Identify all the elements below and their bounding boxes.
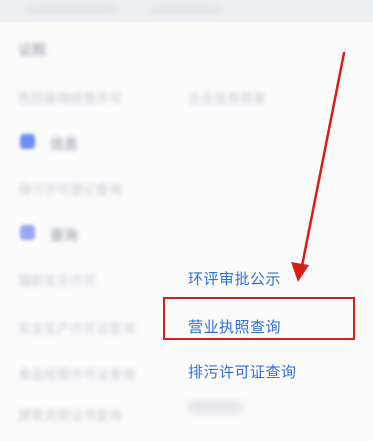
annotation-arrow [291, 51, 346, 282]
